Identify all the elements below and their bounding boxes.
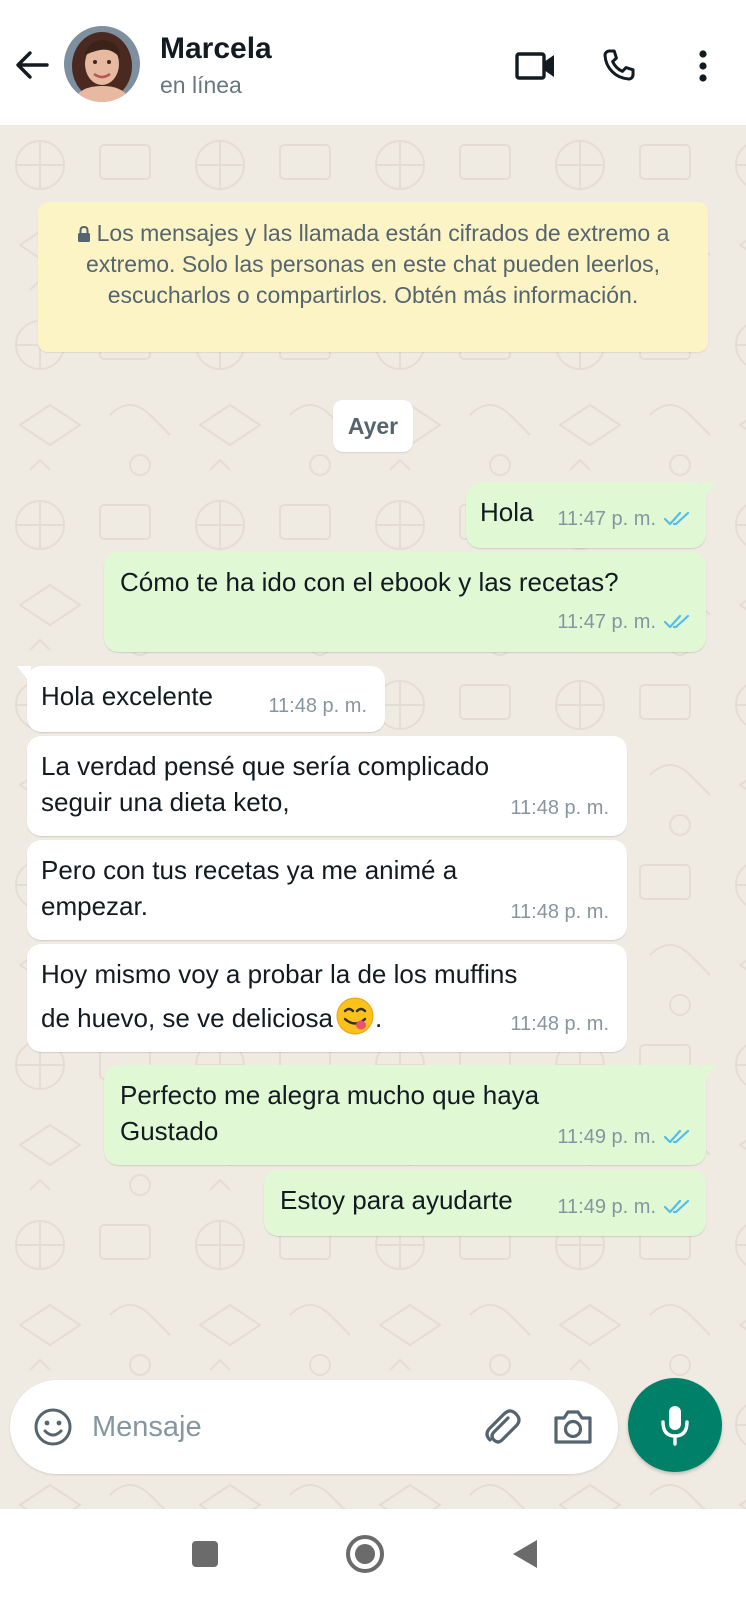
message-bubble-outgoing[interactable]: Hola 11:47 p. m.: [466, 482, 716, 548]
mic-icon: [661, 1406, 689, 1446]
message-time: 11:48 p. m.: [510, 797, 609, 819]
face-savoring-food-emoji: [336, 997, 374, 1035]
message-meta: 11:49 p. m.: [557, 1189, 690, 1225]
voice-call-button[interactable]: [594, 42, 642, 90]
emoji-icon[interactable]: [32, 1406, 74, 1448]
message-text-line: de huevo, se ve deliciosa .: [41, 996, 382, 1036]
message-composer: [10, 1380, 618, 1474]
bubble-tail: [17, 666, 31, 684]
date-chip: Ayer: [333, 400, 413, 452]
message-time: 11:49 p. m.: [557, 1126, 656, 1148]
read-ticks-icon: [664, 1129, 690, 1144]
message-bubble-outgoing[interactable]: Perfecto me alegra mucho que haya Gustad…: [104, 1065, 716, 1165]
message-meta: 11:49 p. m.: [557, 1119, 690, 1155]
message-text: seguir una dieta keto,: [41, 787, 290, 817]
message-input[interactable]: [92, 1402, 452, 1452]
message-time: 11:48 p. m.: [268, 695, 367, 717]
lock-icon: [77, 226, 90, 242]
camera-icon[interactable]: [550, 1404, 596, 1450]
home-circle-icon: [346, 1535, 384, 1573]
message-time: 11:49 p. m.: [557, 1196, 656, 1218]
message-text: Hola: [480, 497, 534, 527]
avatar[interactable]: [64, 26, 140, 102]
message-text: Pero con tus recetas ya me animé a: [41, 855, 458, 885]
attach-icon[interactable]: [478, 1404, 524, 1450]
contact-name[interactable]: Marcela: [160, 32, 272, 66]
message-time: 11:48 p. m.: [510, 901, 609, 923]
message-text: Perfecto me alegra mucho que haya: [120, 1080, 540, 1110]
message-time: 11:47 p. m.: [557, 611, 656, 633]
system-navigation-bar: [0, 1509, 746, 1600]
read-ticks-icon: [664, 1199, 690, 1214]
read-ticks-icon: [664, 511, 690, 526]
message-bubble-outgoing[interactable]: Estoy para ayudarte 11:49 p. m.: [264, 1170, 706, 1236]
recents-square-icon: [192, 1541, 218, 1567]
back-triangle-icon: [513, 1540, 537, 1568]
home-button[interactable]: [340, 1529, 390, 1579]
bubble-tail: [702, 482, 716, 500]
message-text: de huevo, se ve deliciosa: [41, 1003, 333, 1033]
message-time: 11:48 p. m.: [510, 1013, 609, 1035]
message-text: La verdad pensé que sería complicado: [41, 751, 490, 781]
message-bubble-incoming[interactable]: Hoy mismo voy a probar la de los muffins…: [27, 944, 627, 1052]
bubble-tail: [702, 1065, 716, 1083]
message-bubble-incoming[interactable]: La verdad pensé que sería complicado seg…: [27, 736, 627, 836]
message-bubble-incoming[interactable]: Hola excelente 11:48 p. m.: [17, 666, 385, 732]
voice-message-button[interactable]: [628, 1378, 722, 1472]
message-time: 11:47 p. m.: [557, 508, 656, 530]
video-camera-icon: [515, 52, 554, 80]
back-nav-button[interactable]: [500, 1529, 550, 1579]
message-text: .: [374, 1003, 383, 1033]
message-text: Hoy mismo voy a probar la de los muffins: [41, 959, 518, 989]
message-text: Cómo te ha ido con el ebook y las receta…: [120, 567, 619, 597]
read-ticks-icon: [664, 614, 690, 629]
chat-header: Marcela en línea: [0, 0, 746, 125]
message-bubble-incoming[interactable]: Pero con tus recetas ya me animé a empez…: [27, 840, 627, 940]
more-options-button[interactable]: [679, 42, 727, 90]
back-button[interactable]: [12, 45, 52, 85]
encryption-notice[interactable]: Los mensajes y las llamada están cifrado…: [38, 202, 708, 352]
message-text: Hola excelente: [41, 681, 213, 711]
more-vert-icon: [699, 50, 707, 82]
recents-button[interactable]: [180, 1529, 230, 1579]
contact-status: en línea: [160, 72, 242, 98]
chat-area[interactable]: Los mensajes y las llamada están cifrado…: [0, 125, 746, 1509]
message-text: Estoy para ayudarte: [280, 1185, 513, 1215]
message-meta: 11:47 p. m.: [557, 604, 690, 640]
message-bubble-outgoing[interactable]: Cómo te ha ido con el ebook y las receta…: [104, 552, 706, 652]
message-text: Gustado: [120, 1116, 219, 1146]
video-call-button[interactable]: [512, 42, 560, 90]
message-meta: 11:47 p. m.: [557, 501, 690, 537]
phone-icon: [603, 49, 635, 81]
message-text: empezar.: [41, 891, 148, 921]
encryption-notice-text: Los mensajes y las llamada están cifrado…: [85, 220, 670, 308]
back-arrow-icon: [16, 51, 49, 79]
